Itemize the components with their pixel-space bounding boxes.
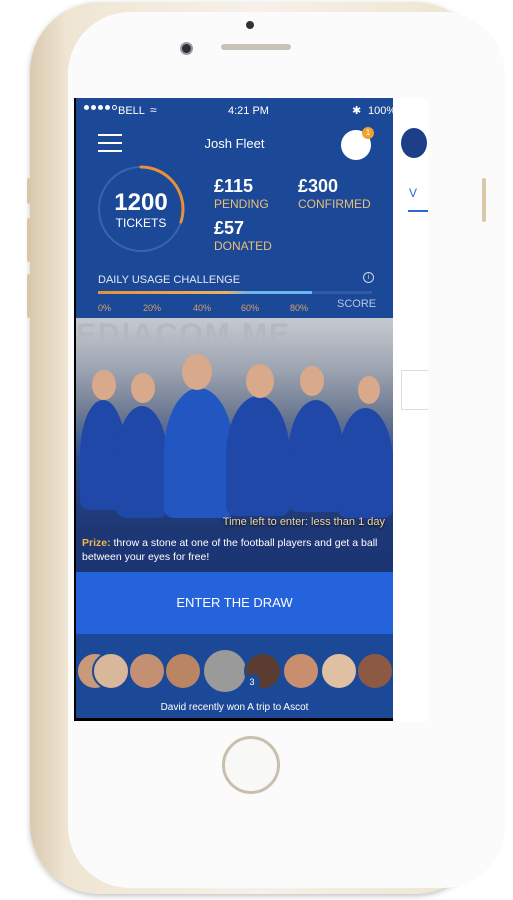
enter-draw-button[interactable]: ENTER THE DRAW: [76, 572, 393, 634]
winner-message: David recently won A trip to Ascot: [160, 702, 309, 713]
prize-caption: Prize: throw a stone at one of the footb…: [76, 532, 393, 572]
winner-avatar-featured: [202, 648, 248, 694]
time-left-text: Time left to enter: less than 1 day: [222, 516, 385, 528]
promo-photo[interactable]: EDIACOM ME Time left to enter: less than…: [76, 318, 393, 572]
battery-level: 100%: [368, 105, 393, 117]
winner-avatar: [282, 652, 320, 690]
stat-label: DONATED: [214, 239, 272, 253]
home-button[interactable]: [222, 736, 280, 794]
stat-confirmed: £300 CONFIRMED: [298, 176, 371, 211]
winner-avatar: 3: [244, 652, 282, 690]
profile-button[interactable]: 1: [341, 127, 374, 160]
earpiece-speaker: [221, 44, 291, 50]
tickets-count: 1200: [114, 189, 168, 216]
tick-label: 20%: [143, 303, 162, 313]
club-crest-icon: [401, 128, 427, 158]
tickets-label: TICKETS: [115, 216, 167, 230]
side-panel-peek[interactable]: V: [393, 98, 428, 721]
challenge-ticks: 0% 20% 40% 60% 80%: [98, 303, 372, 315]
panel-tab-underline: [408, 210, 428, 212]
screen: BELL ≈ 4:21 PM ✱ 100% Josh Fleet 1 1200 …: [74, 98, 428, 721]
stat-pending: £115 PENDING: [214, 176, 269, 211]
tickets-ring: 1200 TICKETS: [96, 164, 186, 254]
winner-avatar: [356, 652, 393, 690]
notification-badge: 1: [362, 127, 374, 139]
winner-count-badge: 3: [244, 674, 260, 690]
winner-avatar: [164, 652, 202, 690]
volume-down-button: [27, 274, 31, 318]
challenge-progress-bar: [98, 291, 372, 294]
winners-strip[interactable]: 3: [76, 648, 393, 698]
winner-avatar: [320, 652, 358, 690]
front-camera-icon: [180, 42, 193, 55]
panel-tab-label[interactable]: V: [409, 186, 417, 200]
stat-label: PENDING: [214, 197, 269, 211]
tick-label: 60%: [241, 303, 260, 313]
sponsor-banner-text: EDIACOM ME: [76, 318, 291, 351]
score-label: SCORE: [337, 298, 377, 310]
stat-value: £57: [214, 218, 245, 238]
tick-label: 40%: [193, 303, 212, 313]
volume-up-button: [27, 218, 31, 262]
stat-value: £300: [298, 176, 339, 196]
challenge-progress-fill: [98, 291, 312, 294]
prize-label: Prize:: [82, 537, 111, 549]
power-button: [482, 178, 486, 222]
prize-text: throw a stone at one of the football pla…: [82, 537, 378, 563]
winner-avatar: [128, 652, 166, 690]
stat-donated: £57 DONATED: [214, 218, 272, 253]
status-time: 4:21 PM: [228, 105, 269, 117]
signal-icon: [84, 105, 117, 110]
carrier-name: BELL: [118, 105, 145, 117]
wifi-icon: ≈: [150, 103, 157, 117]
stat-value: £115: [214, 176, 254, 196]
proximity-sensor: [246, 21, 254, 29]
stat-label: CONFIRMED: [298, 197, 371, 211]
tick-label: 80%: [290, 303, 309, 313]
info-icon[interactable]: i: [363, 272, 374, 283]
panel-card: [401, 370, 428, 410]
bluetooth-icon: ✱: [352, 105, 362, 117]
winner-avatar: [92, 652, 130, 690]
tick-label: 0%: [98, 303, 112, 313]
challenge-title: DAILY USAGE CHALLENGE: [98, 274, 241, 286]
mute-switch: [27, 178, 31, 204]
app-view: BELL ≈ 4:21 PM ✱ 100% Josh Fleet 1 1200 …: [76, 98, 393, 718]
status-bar: BELL ≈ 4:21 PM ✱ 100%: [76, 98, 393, 124]
